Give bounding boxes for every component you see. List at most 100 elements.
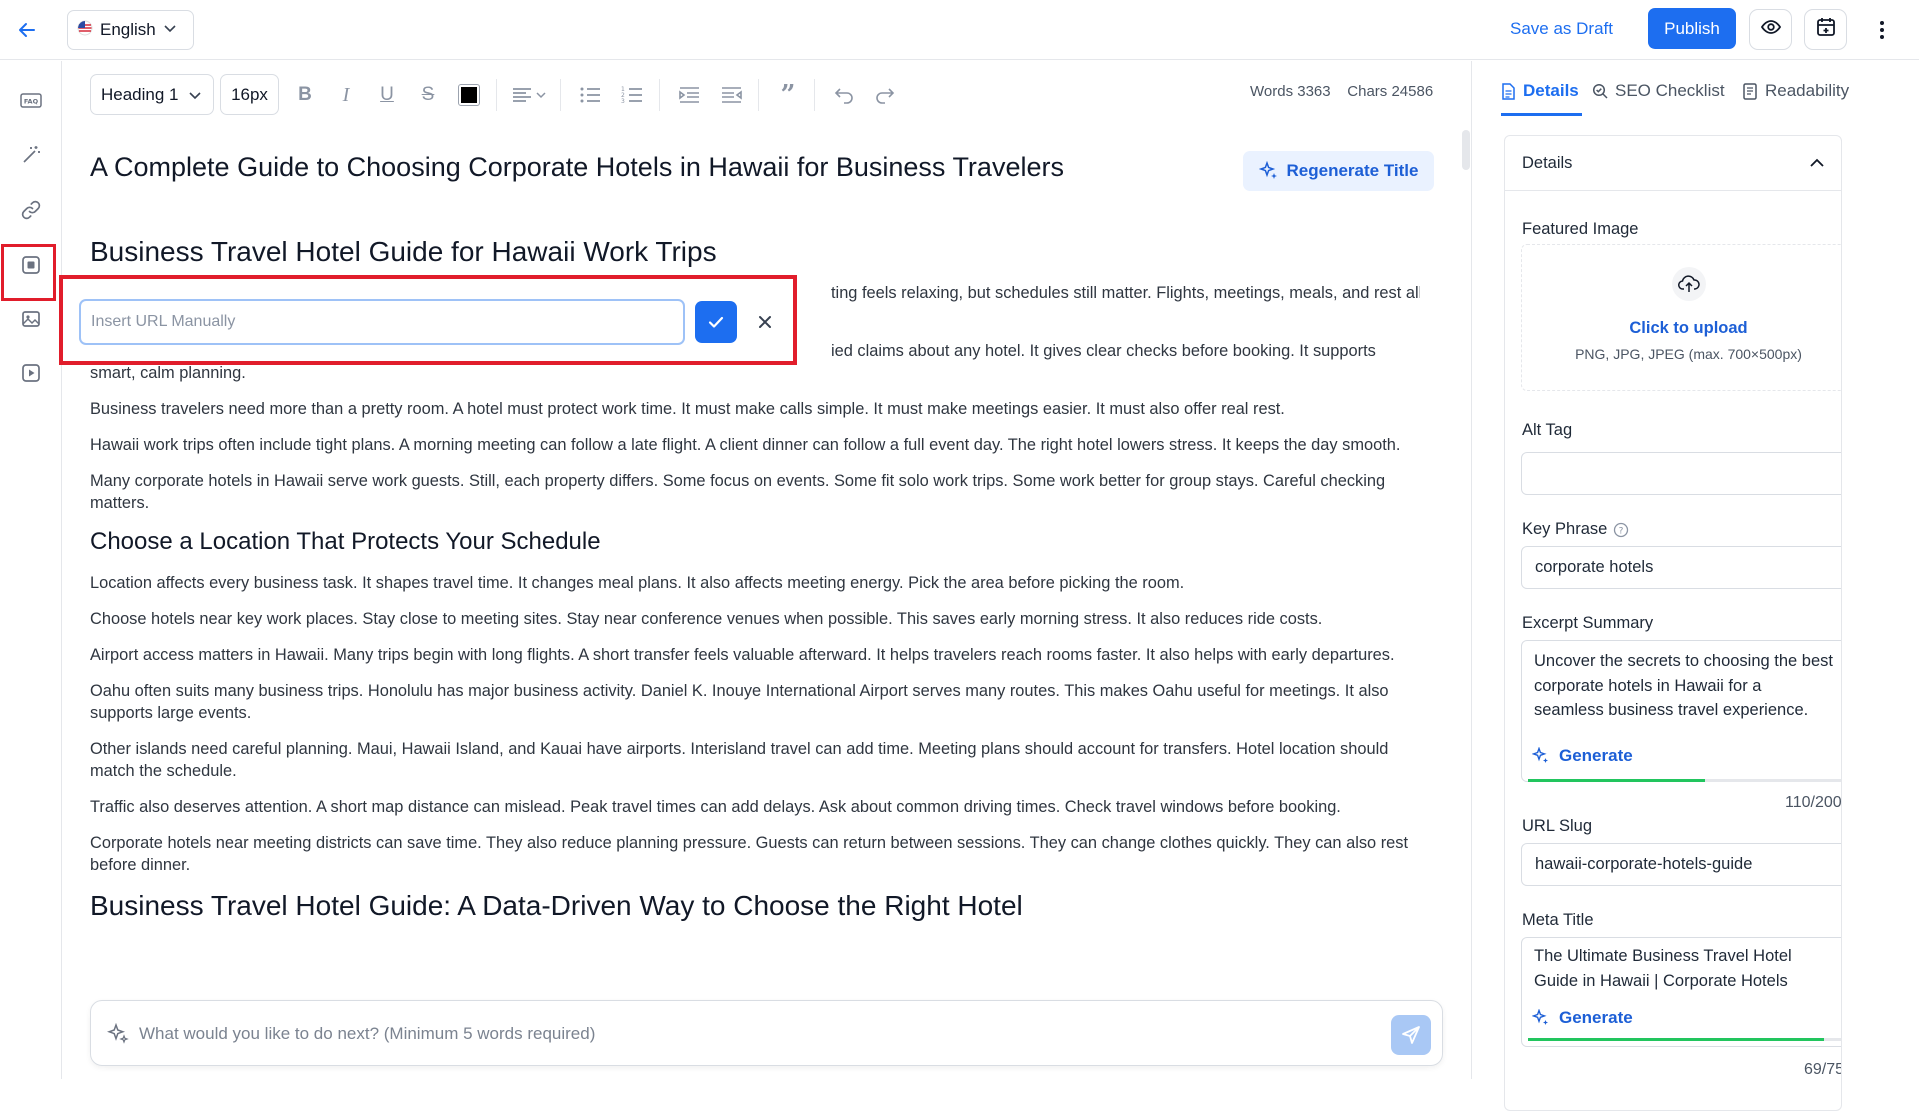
word-count: Words 3363	[1250, 83, 1331, 100]
bullet-list-icon[interactable]	[577, 82, 603, 108]
redo-icon[interactable]	[872, 82, 898, 108]
details-header[interactable]: Details	[1505, 136, 1841, 191]
paragraph: Many corporate hotels in Hawaii serve wo…	[90, 472, 1386, 512]
text-color-button[interactable]	[456, 82, 482, 108]
italic-icon[interactable]: I	[333, 82, 359, 108]
excerpt-progress-track	[1528, 779, 1841, 782]
regenerate-title-button[interactable]: Regenerate Title	[1243, 151, 1434, 191]
upload-hint: PNG, JPG, JPEG (max. 700×500px)	[1575, 346, 1802, 362]
align-icon[interactable]	[508, 82, 550, 108]
meta-title-progress-fill	[1528, 1038, 1825, 1041]
generate-meta-title-button[interactable]: Generate	[1532, 1008, 1633, 1028]
block-style-value: Heading 1	[101, 84, 179, 104]
language-selector[interactable]: English	[67, 10, 194, 50]
paragraph: Location affects every business task. It…	[90, 574, 1185, 592]
undo-icon[interactable]	[831, 82, 857, 108]
tab-details[interactable]: Details	[1501, 81, 1579, 101]
content-heading: Business Travel Hotel Guide for Hawaii W…	[90, 236, 1420, 268]
outdent-icon[interactable]	[718, 82, 744, 108]
paragraph: Airport access matters in Hawaii. Many t…	[90, 646, 1395, 664]
block-style-select[interactable]: Heading 1	[90, 74, 214, 115]
search-check-icon	[1592, 83, 1608, 99]
svg-text:3: 3	[621, 98, 625, 105]
us-flag-icon	[77, 20, 93, 41]
paragraph: Business travelers need more than a pret…	[90, 400, 1285, 418]
numbered-list-icon[interactable]: 123	[619, 82, 645, 108]
help-circle-icon[interactable]: ?	[1613, 522, 1629, 538]
send-prompt-button[interactable]	[1391, 1015, 1431, 1055]
paragraph: Choose hotels near key work places. Stay…	[90, 610, 1323, 628]
chevron-down-icon	[163, 20, 177, 40]
chevron-down-icon	[188, 91, 201, 99]
calendar-plus-icon	[1815, 16, 1837, 43]
meta-title-text[interactable]: The Ultimate Business Travel Hotel Guide…	[1534, 944, 1834, 993]
confirm-url-button[interactable]	[695, 301, 737, 343]
url-slug-input[interactable]: hawaii-corporate-hotels-guide	[1521, 843, 1841, 886]
sparkle-icon	[106, 1022, 129, 1050]
svg-text:?: ?	[1619, 526, 1624, 536]
strikethrough-icon[interactable]: S	[415, 82, 441, 108]
featured-image-label: Featured Image	[1522, 220, 1639, 238]
readability-icon	[1743, 82, 1757, 100]
preview-button[interactable]	[1749, 9, 1792, 50]
schedule-button[interactable]	[1804, 9, 1847, 50]
article-title[interactable]: A Complete Guide to Choosing Corporate H…	[90, 152, 1064, 183]
alt-tag-label: Alt Tag	[1522, 421, 1573, 439]
details-title: Details	[1522, 154, 1573, 172]
more-options-icon[interactable]	[1870, 16, 1894, 44]
sparkle-icon	[1532, 1009, 1548, 1025]
paragraph: Oahu often suits many business trips. Ho…	[90, 682, 1389, 722]
font-size-select[interactable]: 16px	[220, 74, 279, 115]
close-icon	[759, 316, 771, 328]
right-panel: Details SEO Checklist Readability Detail…	[1471, 61, 1919, 1111]
sparkle-icon	[1532, 747, 1548, 763]
underline-icon[interactable]: U	[374, 82, 400, 108]
excerpt-summary-label: Excerpt Summary	[1522, 614, 1654, 632]
magic-wand-icon[interactable]	[18, 142, 44, 168]
save-draft-button[interactable]: Save as Draft	[1510, 14, 1613, 44]
featured-image-upload[interactable]: Click to upload PNG, JPG, JPEG (max. 700…	[1521, 244, 1841, 391]
generate-label: Generate	[1559, 746, 1633, 765]
eye-icon	[1760, 16, 1782, 43]
indent-icon[interactable]	[676, 82, 702, 108]
publish-button[interactable]: Publish	[1648, 8, 1736, 49]
tab-readability-label: Readability	[1765, 81, 1850, 100]
excerpt-char-count: 110/200	[1785, 794, 1842, 811]
close-url-popup-button[interactable]	[749, 306, 781, 338]
video-icon[interactable]	[18, 360, 44, 386]
tab-readability[interactable]: Readability	[1742, 81, 1849, 101]
toolbar-divider	[814, 79, 815, 111]
key-phrase-label: Key Phrase	[1522, 520, 1608, 538]
tab-seo-checklist-label: SEO Checklist	[1615, 81, 1725, 100]
ai-prompt-input[interactable]	[139, 1019, 1339, 1049]
blockquote-icon[interactable]: ”	[775, 80, 801, 110]
key-phrase-label-row: Key Phrase ?	[1522, 520, 1629, 539]
faq-icon[interactable]: FAQ	[18, 88, 44, 114]
regenerate-title-label: Regenerate Title	[1286, 161, 1419, 180]
link-icon[interactable]	[18, 197, 44, 223]
alt-tag-input[interactable]	[1521, 452, 1841, 495]
paragraph: Traffic also deserves attention. A short…	[90, 798, 1341, 816]
top-bar: English Save as Draft Publish	[0, 0, 1919, 60]
tab-details-label: Details	[1523, 81, 1579, 100]
meta-title-char-count: 69/75	[1804, 1061, 1842, 1078]
text-color-swatch	[458, 84, 480, 106]
generate-label: Generate	[1559, 1008, 1633, 1027]
editor-scrollbar[interactable]	[1462, 130, 1470, 170]
active-tab-indicator	[1501, 113, 1582, 116]
bold-icon[interactable]: B	[292, 82, 318, 108]
url-input[interactable]	[79, 299, 685, 345]
image-icon[interactable]	[18, 306, 44, 332]
tab-seo-checklist[interactable]: SEO Checklist	[1592, 81, 1725, 101]
paragraph: Other islands need careful planning. Mau…	[90, 740, 1389, 780]
meta-title-label: Meta Title	[1522, 911, 1594, 929]
back-arrow-icon[interactable]	[14, 17, 40, 43]
key-phrase-input[interactable]: corporate hotels	[1521, 546, 1841, 589]
chevron-up-icon[interactable]	[1809, 156, 1825, 170]
paragraph: Hawaii work trips often include tight pl…	[90, 436, 1401, 454]
excerpt-summary-text[interactable]: Uncover the secrets to choosing the best…	[1534, 649, 1834, 723]
stop-square-icon[interactable]	[18, 252, 44, 278]
details-card: Details Featured Image Click to upload P…	[1504, 135, 1842, 1111]
generate-excerpt-button[interactable]: Generate	[1532, 746, 1633, 766]
click-to-upload-link[interactable]: Click to upload	[1522, 319, 1841, 338]
